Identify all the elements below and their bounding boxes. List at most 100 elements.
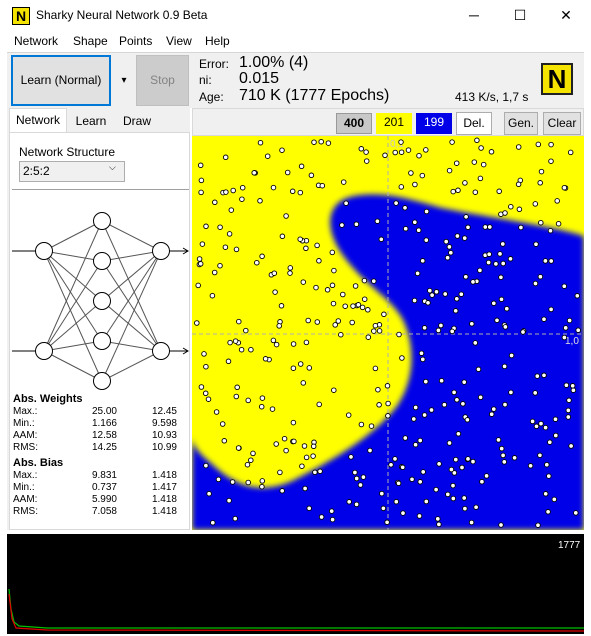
data-point (450, 482, 456, 489)
data-point (311, 139, 317, 145)
delete-button[interactable]: Del. (456, 112, 492, 135)
data-point (494, 317, 500, 324)
data-point (421, 412, 428, 418)
row-label: AAM: (13, 430, 38, 441)
maximize-button[interactable]: ☐ (497, 2, 543, 30)
menu-network[interactable]: Network (14, 34, 58, 48)
weights-table: Max.: 25.00 12.45 Min.: 1.166 9.598 AAM: 12.5… (13, 406, 183, 454)
tab-network[interactable]: Network (9, 108, 67, 132)
data-point (223, 189, 229, 195)
data-point (546, 473, 552, 479)
data-point (563, 382, 570, 388)
data-point (342, 303, 348, 309)
data-point (310, 453, 316, 459)
chevron-down-icon[interactable]: ⌵ (109, 162, 116, 173)
classification-plot[interactable]: 0,1 1,0 (192, 136, 584, 530)
generate-button[interactable]: Gen. (504, 112, 538, 135)
menu-shape[interactable]: Shape (73, 34, 108, 48)
data-point (343, 200, 349, 206)
data-point (451, 389, 457, 396)
data-point (479, 478, 485, 485)
close-button[interactable]: ✕ (543, 2, 589, 30)
data-point (527, 463, 534, 469)
menu-help[interactable]: Help (205, 34, 230, 48)
data-point (547, 227, 554, 234)
data-point (279, 147, 285, 153)
data-point (254, 259, 260, 266)
row-value: 7.058 (91, 506, 117, 517)
data-point (353, 501, 360, 508)
row-value: 1.418 (151, 494, 177, 505)
clear-button[interactable]: Clear (543, 112, 581, 135)
yellow-points-count[interactable]: 201 (376, 113, 412, 134)
learn-mode-dropdown-icon[interactable]: ▾ (115, 55, 133, 106)
stop-button[interactable]: Stop (136, 55, 189, 106)
data-point (433, 289, 440, 295)
data-point (423, 147, 429, 153)
learn-button[interactable]: Learn (Normal) (11, 55, 111, 106)
data-point (303, 454, 310, 461)
data-point (198, 384, 205, 390)
data-point (508, 203, 514, 210)
data-point (511, 455, 518, 461)
blue-points-count[interactable]: 199 (416, 113, 452, 134)
data-point (538, 219, 544, 226)
connection-line (101, 220, 162, 352)
data-point (502, 401, 508, 408)
data-point (400, 510, 406, 516)
data-point (465, 456, 471, 462)
bias-row: AAM: 5.990 1.418 (13, 494, 183, 506)
data-point (427, 287, 433, 294)
data-point (376, 402, 382, 408)
plot-toolbar: 400 201 199 Del. Gen. Clear (192, 108, 584, 136)
data-point (382, 152, 388, 159)
data-point (532, 201, 539, 207)
menu-points[interactable]: Points (119, 34, 152, 48)
data-point (358, 146, 365, 152)
tab-learn[interactable]: Learn (69, 111, 113, 132)
speed-readout: 413 K/s, 1,7 s (455, 90, 529, 104)
data-point (468, 519, 475, 526)
data-point (384, 383, 391, 389)
data-point (199, 241, 206, 247)
data-point (455, 187, 461, 194)
neuron-node (93, 252, 111, 270)
data-point (325, 140, 332, 146)
data-point (520, 329, 526, 335)
data-point (453, 160, 460, 166)
data-point (448, 466, 455, 473)
ni-label: ni: (199, 73, 212, 87)
data-point (367, 447, 373, 454)
data-point (202, 390, 209, 397)
data-point (380, 505, 387, 512)
data-point (482, 224, 489, 230)
data-point (423, 378, 429, 385)
app-logo: N (541, 63, 573, 95)
connection-line (43, 300, 103, 352)
data-point (565, 407, 572, 414)
data-point (542, 491, 549, 497)
data-point (573, 510, 579, 516)
data-point (272, 289, 278, 295)
minimize-button[interactable]: ─ (451, 2, 497, 30)
data-point (233, 393, 240, 400)
data-point (420, 356, 426, 363)
weights-row: RMS: 14.25 10.99 (13, 442, 183, 454)
data-point (535, 141, 542, 148)
data-point (570, 387, 577, 393)
connection-line (43, 260, 103, 352)
data-point (461, 235, 468, 241)
data-point (313, 284, 319, 291)
connection-line (101, 300, 162, 352)
title-bar: N Sharky Neural Network 0.9 Beta ─ ☐ ✕ (0, 0, 591, 31)
row-value: 14.25 (91, 442, 117, 453)
data-point (381, 311, 387, 318)
data-point (443, 238, 449, 245)
menu-view[interactable]: View (166, 34, 192, 48)
data-point (469, 321, 475, 327)
tab-draw[interactable]: Draw (115, 111, 159, 132)
data-point (352, 469, 358, 476)
row-value: 0.737 (91, 482, 117, 493)
data-point (235, 445, 242, 451)
data-point (222, 154, 229, 161)
